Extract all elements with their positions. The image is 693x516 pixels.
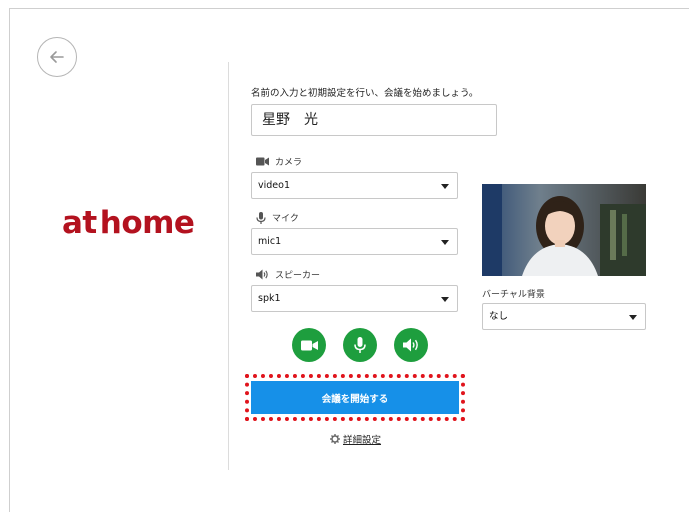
virtual-background-value: なし — [489, 311, 509, 322]
advanced-settings-label: 詳細設定 — [343, 435, 382, 446]
virtual-background-label: バーチャル背景 — [482, 290, 545, 300]
mic-select-value: mic1 — [258, 236, 282, 247]
back-button[interactable] — [37, 37, 77, 77]
speaker-icon — [256, 269, 268, 280]
chevron-down-icon — [629, 315, 637, 320]
speaker-label-text: スピーカー — [275, 271, 321, 281]
camera-label-text: カメラ — [275, 158, 303, 168]
setup-instruction: 名前の入力と初期設定を行い、会議を始めましょう。 — [251, 88, 479, 99]
start-meeting-button[interactable]: 会議を開始する — [251, 381, 459, 414]
speaker-label: スピーカー — [256, 268, 320, 281]
athome-logo: athome — [62, 205, 195, 241]
speaker-toggle-icon — [402, 338, 418, 352]
mic-label: マイク — [256, 211, 299, 224]
speaker-select-value: spk1 — [258, 293, 281, 304]
mic-select[interactable]: mic1 — [251, 228, 458, 255]
name-field[interactable]: 星野 光 — [251, 104, 497, 136]
camera-icon — [256, 157, 269, 166]
camera-preview — [482, 184, 646, 276]
camera-toggle-button[interactable] — [292, 328, 326, 362]
divider — [228, 62, 229, 470]
camera-select-value: video1 — [258, 180, 290, 191]
microphone-icon — [256, 211, 266, 224]
gear-icon — [330, 434, 340, 444]
mic-label-text: マイク — [272, 214, 299, 224]
speaker-toggle-button[interactable] — [394, 328, 428, 362]
mic-toggle-icon — [354, 337, 366, 353]
advanced-settings-link[interactable]: 詳細設定 — [330, 432, 381, 446]
camera-select[interactable]: video1 — [251, 172, 458, 199]
arrow-left-icon — [50, 51, 64, 63]
virtual-background-select[interactable]: なし — [482, 303, 646, 330]
chevron-down-icon — [441, 240, 449, 245]
chevron-down-icon — [441, 184, 449, 189]
camera-preview-image — [482, 184, 646, 276]
speaker-select[interactable]: spk1 — [251, 285, 458, 312]
camera-toggle-icon — [300, 340, 318, 350]
camera-label: カメラ — [256, 155, 302, 168]
mic-toggle-button[interactable] — [343, 328, 377, 362]
chevron-down-icon — [441, 297, 449, 302]
